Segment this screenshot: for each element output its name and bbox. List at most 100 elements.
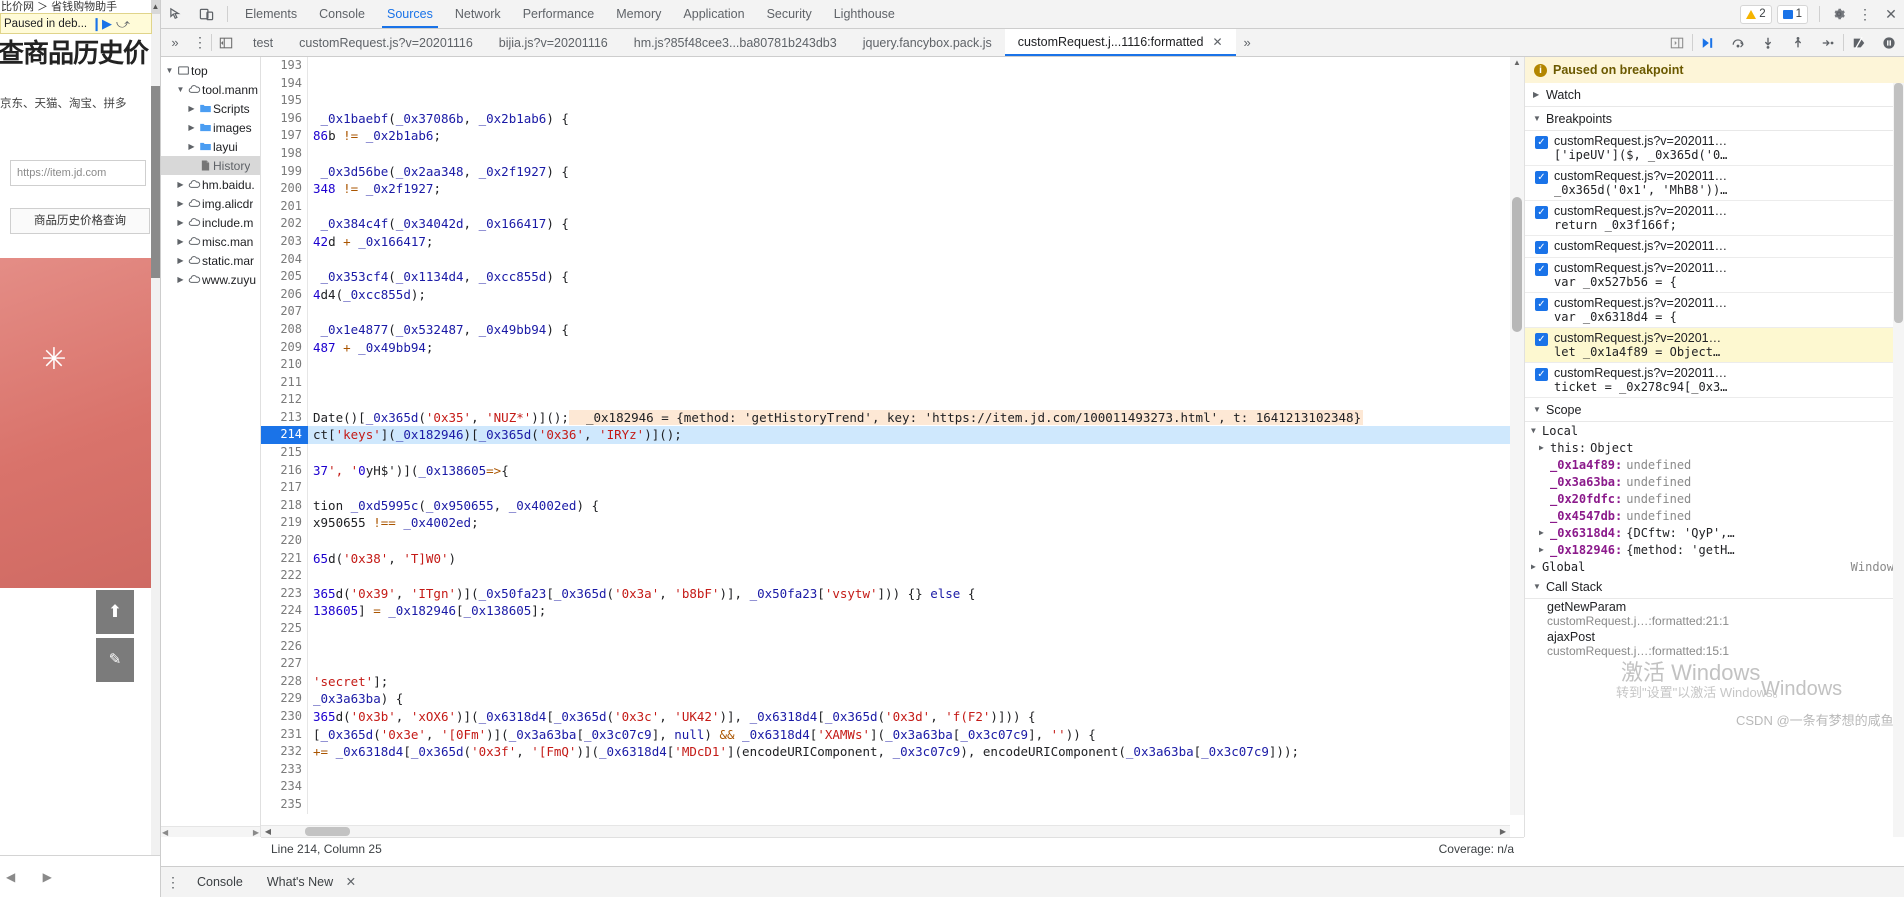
- scope-global-row[interactable]: ▶GlobalWindow: [1525, 558, 1904, 575]
- scrollbar-thumb[interactable]: [151, 86, 160, 278]
- code-line-199[interactable]: 199 _0x3d56be(_0x2aa348, _0x2f1927) {: [261, 163, 1510, 181]
- breakpoint-checkbox[interactable]: ✓: [1535, 171, 1548, 184]
- source-tab-customrequest-formatted[interactable]: customRequest.j...1116:formatted ✕: [1005, 29, 1236, 56]
- code-line-197[interactable]: 19786b != _0x2b1ab6;: [261, 127, 1510, 145]
- debugger-scrollbar[interactable]: [1893, 83, 1904, 837]
- hscroll-right-arrow-icon[interactable]: ▶: [253, 828, 259, 837]
- chevron-right-icon[interactable]: ▶: [1539, 528, 1550, 537]
- code-line-212[interactable]: 212: [261, 391, 1510, 409]
- breakpoint-item[interactable]: ✓customRequest.js?v=202011…_0x365d('0x1'…: [1525, 166, 1904, 201]
- url-input[interactable]: https://item.jd.com: [10, 160, 146, 186]
- line-content[interactable]: _0x3a63ba) {: [307, 690, 1510, 708]
- tree-item-img-alicdr[interactable]: ▶img.alicdr: [161, 194, 260, 213]
- line-content[interactable]: [307, 479, 1510, 497]
- line-number[interactable]: 212: [261, 391, 307, 409]
- line-content[interactable]: 138605] = _0x182946[_0x138605];: [307, 602, 1510, 620]
- line-number[interactable]: 207: [261, 303, 307, 321]
- line-number[interactable]: 216: [261, 462, 307, 480]
- line-content[interactable]: 4d4(_0xcc855d);: [307, 286, 1510, 304]
- chevron-right-icon[interactable]: ▶: [185, 118, 198, 137]
- tab-network[interactable]: Network: [444, 0, 512, 28]
- code-lines[interactable]: 193194195196 _0x1baebf(_0x37086b, _0x2b1…: [261, 57, 1510, 815]
- line-number[interactable]: 218: [261, 497, 307, 515]
- line-content[interactable]: [307, 620, 1510, 638]
- code-line-206[interactable]: 2064d4(_0xcc855d);: [261, 286, 1510, 304]
- tree-item-history[interactable]: History: [161, 156, 260, 175]
- tab-application[interactable]: Application: [672, 0, 755, 28]
- code-line-216[interactable]: 21637', '0yH$')](_0x138605=>{: [261, 462, 1510, 480]
- call-stack-frame[interactable]: getNewParamcustomRequest.j…:formatted:21…: [1525, 599, 1904, 629]
- chevron-right-icon[interactable]: ▶: [185, 137, 198, 156]
- code-line-229[interactable]: 229_0x3a63ba) {: [261, 690, 1510, 708]
- tree-item-scripts[interactable]: ▶Scripts: [161, 99, 260, 118]
- chevron-down-icon[interactable]: ▼: [174, 80, 187, 99]
- breakpoint-item[interactable]: ✓customRequest.js?v=202011…ticket = _0x2…: [1525, 363, 1904, 398]
- line-content[interactable]: 365d('0x3b', 'xOX6')](_0x6318d4[_0x365d(…: [307, 708, 1510, 726]
- code-line-211[interactable]: 211: [261, 374, 1510, 392]
- code-line-194[interactable]: 194: [261, 75, 1510, 93]
- code-line-196[interactable]: 196 _0x1baebf(_0x37086b, _0x2b1ab6) {: [261, 110, 1510, 128]
- scope-variable-row[interactable]: _0x4547db:undefined: [1525, 507, 1904, 524]
- tree-item-misc-man[interactable]: ▶misc.man: [161, 232, 260, 251]
- code-line-213[interactable]: 213Date()[_0x365d('0x35', 'NUZ*')](); _0…: [261, 409, 1510, 427]
- line-number[interactable]: 221: [261, 550, 307, 568]
- line-number[interactable]: 204: [261, 251, 307, 269]
- code-line-235[interactable]: 235: [261, 796, 1510, 814]
- scope-variable-row[interactable]: ▶_0x182946:{method: 'getH…: [1525, 541, 1904, 558]
- breakpoint-checkbox[interactable]: ✓: [1535, 241, 1548, 254]
- code-line-207[interactable]: 207: [261, 303, 1510, 321]
- line-number[interactable]: 208: [261, 321, 307, 339]
- code-line-201[interactable]: 201: [261, 198, 1510, 216]
- code-line-231[interactable]: 231[_0x365d('0x3e', '[0Fm')](_0x3a63ba[_…: [261, 726, 1510, 744]
- source-tab-hm[interactable]: hm.js?85f48cee3...ba80781b243db3: [621, 29, 850, 56]
- breakpoints-section-header[interactable]: ▼ Breakpoints: [1525, 107, 1904, 131]
- chevron-right-icon[interactable]: ▶: [174, 175, 187, 194]
- drawer-tab-whats-new[interactable]: What's New ✕: [255, 867, 368, 897]
- code-line-226[interactable]: 226: [261, 638, 1510, 656]
- chevron-down-icon[interactable]: ▼: [163, 61, 176, 80]
- code-line-209[interactable]: 209487 + _0x49bb94;: [261, 339, 1510, 357]
- line-content[interactable]: [_0x365d('0x3e', '[0Fm')](_0x3a63ba[_0x3…: [307, 726, 1510, 744]
- code-line-227[interactable]: 227: [261, 655, 1510, 673]
- tab-elements[interactable]: Elements: [234, 0, 308, 28]
- hscroll-track[interactable]: [275, 827, 1496, 836]
- source-tab-bijia[interactable]: bijia.js?v=20201116: [486, 29, 621, 56]
- call-stack-section-header[interactable]: ▼ Call Stack: [1525, 575, 1904, 599]
- line-content[interactable]: [307, 145, 1510, 163]
- show-navigator-icon[interactable]: [212, 29, 240, 56]
- line-content[interactable]: += _0x6318d4[_0x365d('0x3f', '[FmQ')](_0…: [307, 743, 1510, 761]
- line-content[interactable]: [307, 75, 1510, 93]
- tab-lighthouse[interactable]: Lighthouse: [823, 0, 906, 28]
- message-count-badge[interactable]: 1: [1777, 5, 1808, 24]
- line-number[interactable]: 203: [261, 233, 307, 251]
- tree-item-images[interactable]: ▶images: [161, 118, 260, 137]
- code-line-217[interactable]: 217: [261, 479, 1510, 497]
- breakpoint-item[interactable]: ✓customRequest.js?v=202011…return _0x3f1…: [1525, 201, 1904, 236]
- code-line-193[interactable]: 193: [261, 57, 1510, 75]
- line-number[interactable]: 232: [261, 743, 307, 761]
- source-tabs-overflow-icon[interactable]: »: [1236, 29, 1259, 56]
- line-content[interactable]: [307, 444, 1510, 462]
- line-number[interactable]: 209: [261, 339, 307, 357]
- line-content[interactable]: [307, 374, 1510, 392]
- line-content[interactable]: _0x3d56be(_0x2aa348, _0x2f1927) {: [307, 163, 1510, 181]
- tab-performance[interactable]: Performance: [512, 0, 606, 28]
- line-number[interactable]: 226: [261, 638, 307, 656]
- close-icon[interactable]: ✕: [1878, 0, 1904, 28]
- breakpoint-checkbox[interactable]: ✓: [1535, 263, 1548, 276]
- line-number[interactable]: 197: [261, 127, 307, 145]
- line-content[interactable]: _0x384c4f(_0x34042d, _0x166417) {: [307, 215, 1510, 233]
- line-content[interactable]: 365d('0x39', 'ITgn')](_0x50fa23[_0x365d(…: [307, 585, 1510, 603]
- code-line-203[interactable]: 20342d + _0x166417;: [261, 233, 1510, 251]
- code-line-224[interactable]: 224138605] = _0x182946[_0x138605];: [261, 602, 1510, 620]
- hscroll-left-arrow-icon[interactable]: ◀: [162, 828, 168, 837]
- resume-icon[interactable]: ❙▶: [91, 17, 112, 30]
- edit-icon[interactable]: ✎: [96, 638, 134, 682]
- page-scrollbar[interactable]: ▲: [151, 0, 160, 855]
- line-number[interactable]: 220: [261, 532, 307, 550]
- code-line-230[interactable]: 230365d('0x3b', 'xOX6')](_0x6318d4[_0x36…: [261, 708, 1510, 726]
- code-line-202[interactable]: 202 _0x384c4f(_0x34042d, _0x166417) {: [261, 215, 1510, 233]
- tree-item-static-mar[interactable]: ▶static.mar: [161, 251, 260, 270]
- line-number[interactable]: 231: [261, 726, 307, 744]
- code-line-208[interactable]: 208 _0x1e4877(_0x532487, _0x49bb94) {: [261, 321, 1510, 339]
